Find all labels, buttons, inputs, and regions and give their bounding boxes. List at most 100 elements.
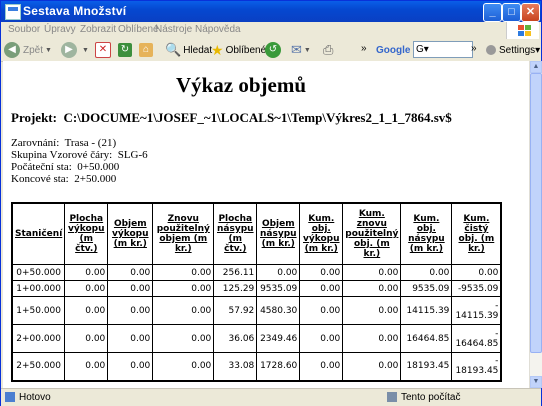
print-button[interactable]: ⎙ xyxy=(323,41,333,59)
more-chevron-icon: » xyxy=(471,42,477,54)
menu-upravy[interactable]: Úpravy xyxy=(44,24,76,35)
refresh-button[interactable]: ↻ xyxy=(118,41,134,59)
history-button[interactable]: ↺ xyxy=(265,41,284,59)
header-text: Plocha xyxy=(69,214,104,224)
menu-zobrazit[interactable]: Zobrazit xyxy=(80,24,116,35)
table-cell: -16464.85 xyxy=(451,324,502,353)
cell-text: 0.00 xyxy=(277,267,298,278)
table-cell: 0.00 xyxy=(107,324,154,353)
table-cell: 0.00 xyxy=(152,280,215,297)
cell-text: 0.00 xyxy=(191,305,212,316)
cell-text: 0.00 xyxy=(320,267,341,278)
google-logo: Google xyxy=(376,41,410,59)
header-text: Plocha xyxy=(218,214,253,224)
printer-icon: ⎙ xyxy=(323,42,334,57)
cell-text: 4580.30 xyxy=(260,305,298,316)
cell-text: 0.00 xyxy=(130,361,151,372)
cell-text: 0.00 xyxy=(378,267,399,278)
table-cell: 0.00 xyxy=(64,296,109,325)
cell-text: 1728.60 xyxy=(260,361,298,372)
menu-oblibene[interactable]: Oblíbené xyxy=(118,24,159,35)
menu-nastroje[interactable]: Nástroje xyxy=(155,24,192,35)
cell-text: 0.00 xyxy=(478,267,499,278)
table-row: 1+50.000 0.00 0.00 0.00 57.92 4580.30 0.00 0.00… xyxy=(11,296,502,325)
cell-text: 1+00.000 xyxy=(16,283,62,294)
mail-button[interactable]: ✉ ▼ xyxy=(291,41,311,59)
table-cell: -9535.09 xyxy=(451,280,502,297)
cell-text: 256.11 xyxy=(222,267,255,278)
table-cell: 57.92 xyxy=(213,296,258,325)
favorites-label: Oblíbené xyxy=(225,44,267,56)
vertical-scrollbar[interactable]: ▲ ▼ xyxy=(529,61,542,388)
table-cell: 0.00 xyxy=(451,264,502,281)
scroll-up-icon[interactable]: ▲ xyxy=(530,61,542,73)
menu-napoveda[interactable]: Nápověda xyxy=(195,24,241,35)
chevron-down-icon: ▼ xyxy=(303,46,311,54)
google-more-chevron[interactable]: » xyxy=(471,39,477,57)
table-body: 0+50.000 0.00 0.00 0.00 256.11 0.00 0.00 0.00 0.… xyxy=(11,264,502,381)
close-button[interactable]: ✕ xyxy=(521,3,540,22)
header-text: obj. (m xyxy=(458,234,495,244)
table-cell: 4580.30 xyxy=(256,296,301,325)
header-text: (m xyxy=(79,234,94,244)
cell-text: 14115.39 xyxy=(455,310,499,321)
forward-arrow-icon: ▶ xyxy=(61,42,77,58)
minimize-button[interactable]: _ xyxy=(483,3,502,22)
toolbar-more-chevron[interactable]: » xyxy=(361,39,367,57)
cell-text: 2+00.000 xyxy=(16,333,62,344)
cell-text: 33.08 xyxy=(228,361,255,372)
cell-text: 0.00 xyxy=(191,283,212,294)
header-text: (m kr.) xyxy=(261,239,295,249)
title-bar: Sestava Množství _ □ ✕ xyxy=(1,1,541,22)
header-text: Kum. xyxy=(308,214,335,224)
header-text: obj. xyxy=(416,224,436,234)
cell-text: 0.00 xyxy=(191,361,212,372)
status-bar: Hotovo Tento počítač xyxy=(1,388,541,406)
chevron-down-icon: ▼ xyxy=(82,46,89,54)
search-button[interactable]: 🔍 Hledat xyxy=(165,41,212,59)
table-row: 1+00.000 0.00 0.00 0.00 125.29 9535.09 0.00 0.0… xyxy=(11,280,502,297)
cell-text: 36.06 xyxy=(228,333,255,344)
back-button[interactable]: ◀ Zpět ▼ xyxy=(4,41,52,59)
header-text: čtv.) xyxy=(75,244,98,254)
security-zone: Tento počítač xyxy=(401,392,461,403)
scroll-thumb[interactable] xyxy=(530,73,542,353)
cell-text: 0.00 xyxy=(320,333,341,344)
scroll-down-icon[interactable]: ▼ xyxy=(530,376,542,388)
stop-button[interactable]: ✕ xyxy=(95,41,113,59)
table-cell: 0.00 xyxy=(299,264,344,281)
table-cell: 36.06 xyxy=(213,324,258,353)
column-header: Kum. znovu použitelný obj. (m kr.) xyxy=(342,202,402,265)
favorites-button[interactable]: ★ Oblíbené xyxy=(211,41,266,59)
header-text: čistý xyxy=(464,224,489,234)
google-search-input[interactable]: G▾ xyxy=(413,41,473,58)
cell-text: -9535.09 xyxy=(457,283,499,294)
menu-soubor[interactable]: Soubor xyxy=(8,24,40,35)
info-label: Koncové sta: xyxy=(11,173,69,185)
info-value: 0+50.000 xyxy=(77,161,120,173)
cell-text: 2+50.000 xyxy=(16,361,62,372)
table-cell: 0.00 xyxy=(64,264,109,281)
forward-button[interactable]: ▶ ▼ xyxy=(61,41,89,59)
report-title: Výkaz objemů xyxy=(175,73,307,97)
settings-button[interactable]: Settings▾ xyxy=(486,41,540,59)
cell-text: - xyxy=(495,328,499,339)
cell-text: 0.00 xyxy=(378,305,399,316)
table-cell: 0.00 xyxy=(107,280,154,297)
table-cell: 33.08 xyxy=(213,352,258,381)
info-pattern-group: Skupina Vzorové čáry: SLG-6 xyxy=(11,149,148,161)
header-text: obj. (m xyxy=(353,239,390,249)
window-title: Sestava Množství xyxy=(23,4,127,18)
settings-icon xyxy=(486,45,496,55)
header-text: (m kr.) xyxy=(304,244,338,254)
cell-text: 14115.39 xyxy=(406,305,450,316)
table-cell: 0.00 xyxy=(152,352,215,381)
maximize-button[interactable]: □ xyxy=(502,3,521,22)
toolbar: ◀ Zpět ▼ ▶ ▼ ✕ ↻ ⌂ 🔍 Hledat ★ Oblíbené ↺ xyxy=(1,39,541,62)
table-cell: 256.11 xyxy=(213,264,258,281)
table-cell: 0.00 xyxy=(342,280,402,297)
header-text: Kum. xyxy=(463,214,490,224)
table-cell: 0.00 xyxy=(107,352,154,381)
home-button[interactable]: ⌂ xyxy=(139,41,155,59)
header-text: objem (m xyxy=(159,234,208,244)
